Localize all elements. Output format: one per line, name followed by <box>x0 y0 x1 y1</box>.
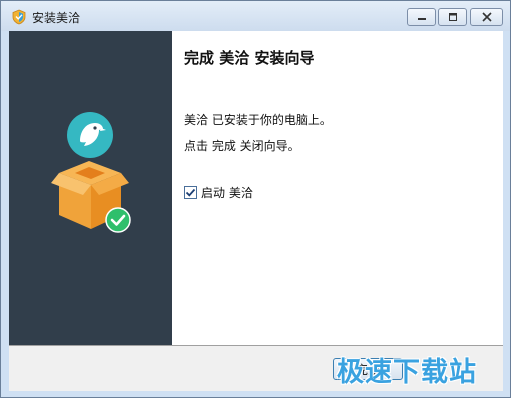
maximize-icon <box>448 13 457 21</box>
footer-divider <box>9 345 503 346</box>
installer-window: 安装美洽 完成 美洽 安装向导 美洽 已安装于你的电脑上。 点击 完成 关闭向导… <box>0 0 511 398</box>
title-bar[interactable]: 安装美洽 <box>1 1 510 31</box>
watermark-text: 极速下载站 <box>337 357 477 388</box>
wizard-content: 完成 美洽 安装向导 美洽 已安装于你的电脑上。 点击 完成 关闭向导。 启动 … <box>172 31 503 345</box>
installed-message: 美洽 已安装于你的电脑上。 <box>184 113 332 127</box>
checkmark-icon <box>185 188 196 197</box>
finish-instruction: 点击 完成 关闭向导。 <box>184 139 300 153</box>
close-button[interactable] <box>470 8 503 26</box>
window-title: 安装美洽 <box>32 11 81 25</box>
success-check-icon <box>105 207 131 233</box>
wizard-sidebar <box>9 31 172 345</box>
launch-checkbox[interactable] <box>184 186 197 199</box>
maximize-button[interactable] <box>438 8 467 26</box>
app-shield-icon <box>12 9 26 25</box>
launch-checkbox-row[interactable]: 启动 美洽 <box>184 184 253 201</box>
bird-logo-icon <box>67 112 113 158</box>
minimize-icon <box>417 18 426 20</box>
close-icon <box>481 12 492 22</box>
page-title: 完成 美洽 安装向导 <box>184 49 315 67</box>
minimize-button[interactable] <box>407 8 436 26</box>
installer-body: 完成 美洽 安装向导 美洽 已安装于你的电脑上。 点击 完成 关闭向导。 启动 … <box>9 31 503 391</box>
launch-checkbox-label[interactable]: 启动 美洽 <box>201 184 253 201</box>
